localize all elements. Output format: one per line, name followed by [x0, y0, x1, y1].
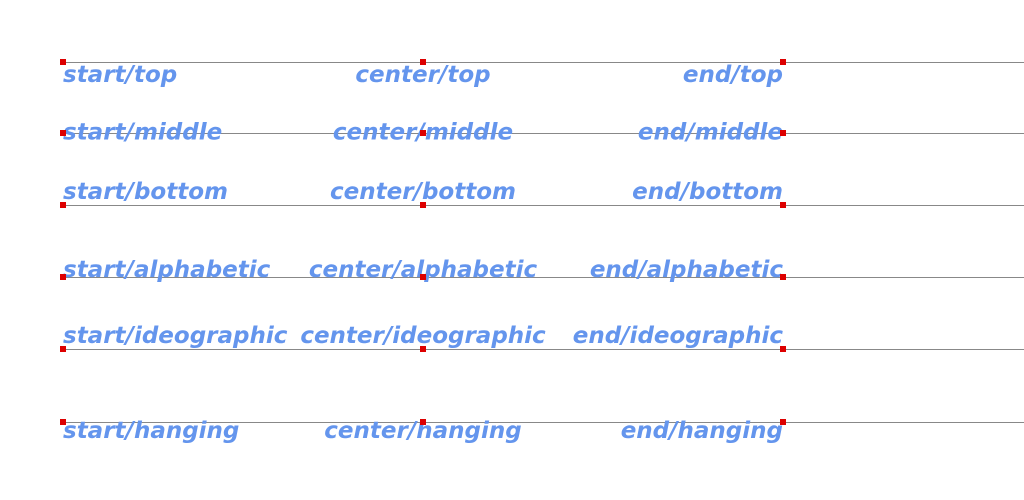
sample-label-end-alphabetic: end/alphabetic: [590, 257, 784, 283]
sample-label-start-ideographic: start/ideographic: [63, 323, 288, 349]
anchor-marker-end-top: [780, 59, 786, 65]
sample-label-center-top: center/top: [355, 62, 490, 88]
sample-label-end-middle: end/middle: [638, 120, 783, 146]
anchor-marker-start-top: [60, 59, 66, 65]
sample-label-start-bottom: start/bottom: [63, 179, 228, 205]
anchor-marker-center-alphabetic: [420, 274, 426, 280]
sample-label-end-ideographic: end/ideographic: [573, 323, 784, 349]
sample-label-center-bottom: center/bottom: [330, 179, 516, 205]
sample-label-end-bottom: end/bottom: [632, 179, 783, 205]
sample-label-start-alphabetic: start/alphabetic: [63, 257, 271, 283]
sample-label-center-ideographic: center/ideographic: [300, 323, 546, 349]
anchor-marker-end-hanging: [780, 419, 786, 425]
anchor-marker-start-middle: [60, 130, 66, 136]
anchor-marker-end-ideographic: [780, 346, 786, 352]
anchor-marker-start-hanging: [60, 419, 66, 425]
diagram-canvas: start/top center/top end/top start/middle ce…: [60, 59, 1024, 444]
anchor-marker-end-alphabetic: [780, 274, 786, 280]
anchor-marker-center-hanging: [420, 419, 426, 425]
anchor-marker-start-bottom: [60, 202, 66, 208]
anchor-marker-end-bottom: [780, 202, 786, 208]
anchor-marker-start-ideographic: [60, 346, 66, 352]
text-baseline-diagram: start/top center/top end/top start/middle ce…: [0, 0, 1024, 500]
sample-label-end-top: end/top: [683, 62, 783, 88]
sample-label-end-hanging: end/hanging: [621, 418, 783, 444]
anchor-marker-center-top: [420, 59, 426, 65]
sample-label-start-top: start/top: [63, 62, 177, 88]
anchor-marker-center-bottom: [420, 202, 426, 208]
anchor-marker-center-middle: [420, 130, 426, 136]
anchor-marker-end-middle: [780, 130, 786, 136]
sample-label-start-middle: start/middle: [63, 120, 222, 146]
sample-label-start-hanging: start/hanging: [63, 418, 239, 444]
anchor-marker-center-ideographic: [420, 346, 426, 352]
anchor-marker-start-alphabetic: [60, 274, 66, 280]
